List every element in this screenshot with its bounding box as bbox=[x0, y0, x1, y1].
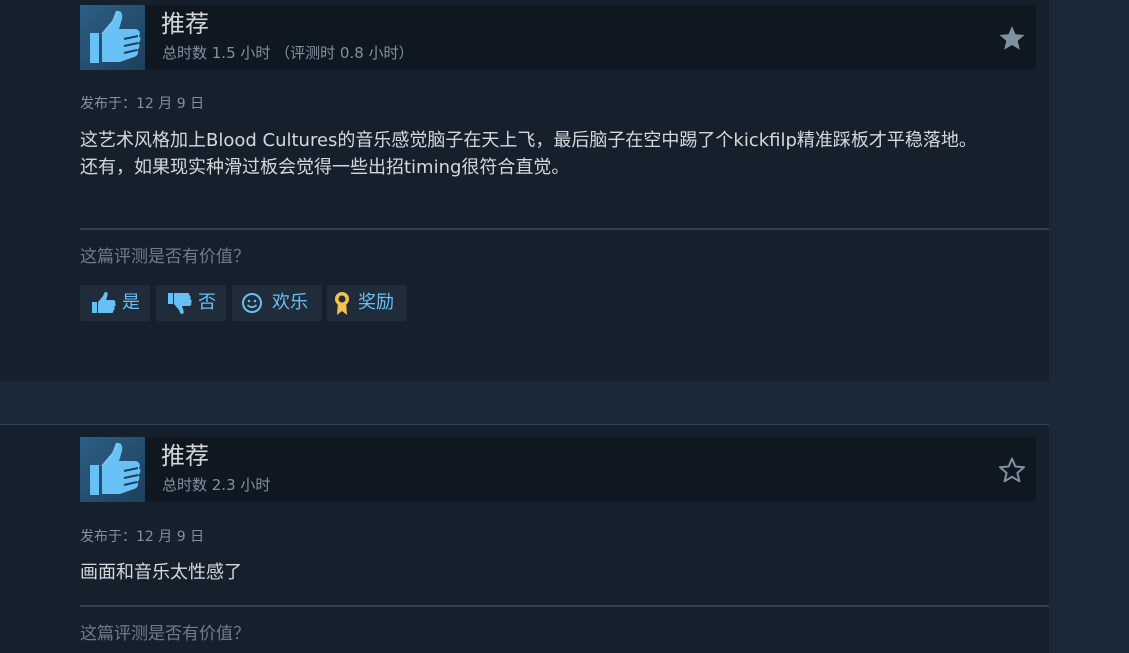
divider bbox=[80, 228, 1049, 230]
review-paragraph: 画面和音乐太性感了 bbox=[80, 562, 242, 583]
playtime-hours: 总时数 2.3 小时 bbox=[162, 476, 271, 494]
review-paragraph: 还有，如果现实种滑过板会觉得一些出招timing很符合直觉。 bbox=[80, 157, 570, 178]
posted-date: 发布于：12 月 9 日 bbox=[80, 529, 205, 545]
award-button[interactable]: 奖励 bbox=[327, 285, 407, 321]
vote-funny-label: 欢乐 bbox=[272, 292, 308, 313]
vote-yes-button[interactable]: 是 bbox=[80, 285, 150, 321]
thumbs-up-icon bbox=[92, 292, 116, 313]
thumbs-down-icon bbox=[168, 293, 192, 314]
vote-no-label: 否 bbox=[198, 292, 216, 313]
review-paragraph: 这艺术风格加上Blood Cultures的音乐感觉脑子在天上飞，最后脑子在空中… bbox=[80, 130, 977, 151]
thumbs-up-icon bbox=[80, 5, 145, 70]
helpful-question: 这篇评测是否有价值？ bbox=[80, 247, 250, 267]
posted-date: 发布于：12 月 9 日 bbox=[80, 96, 205, 112]
review-verdict: 推荐 bbox=[161, 442, 209, 470]
review-verdict: 推荐 bbox=[161, 10, 209, 38]
star-outline-icon[interactable] bbox=[998, 456, 1026, 484]
review-content: 这艺术风格加上Blood Cultures的音乐感觉脑子在天上飞，最后脑子在空中… bbox=[80, 127, 1040, 181]
star-filled-icon[interactable] bbox=[998, 24, 1026, 52]
review-header[interactable]: 推荐 总时数 1.5 小时 （评测时 0.8 小时） bbox=[80, 5, 1036, 70]
award-label: 奖励 bbox=[358, 292, 394, 313]
smiley-icon bbox=[242, 293, 262, 313]
playtime-hours: 总时数 1.5 小时 （评测时 0.8 小时） bbox=[162, 44, 414, 62]
helpful-question: 这篇评测是否有价值？ bbox=[80, 624, 250, 644]
vote-yes-label: 是 bbox=[122, 292, 140, 313]
review-card: 推荐 总时数 1.5 小时 （评测时 0.8 小时） 发布于：12 月 9 日 … bbox=[0, 0, 1049, 381]
award-ribbon-icon bbox=[335, 292, 349, 315]
divider bbox=[80, 605, 1049, 607]
review-content: 画面和音乐太性感了 bbox=[80, 559, 1040, 586]
thumbs-up-icon bbox=[80, 437, 145, 502]
vote-no-button[interactable]: 否 bbox=[156, 285, 226, 321]
vote-funny-button[interactable]: 欢乐 bbox=[232, 285, 322, 321]
review-card: 推荐 总时数 2.3 小时 发布于：12 月 9 日 画面和音乐太性感了 这篇评… bbox=[0, 424, 1049, 653]
review-header[interactable]: 推荐 总时数 2.3 小时 bbox=[80, 437, 1036, 502]
